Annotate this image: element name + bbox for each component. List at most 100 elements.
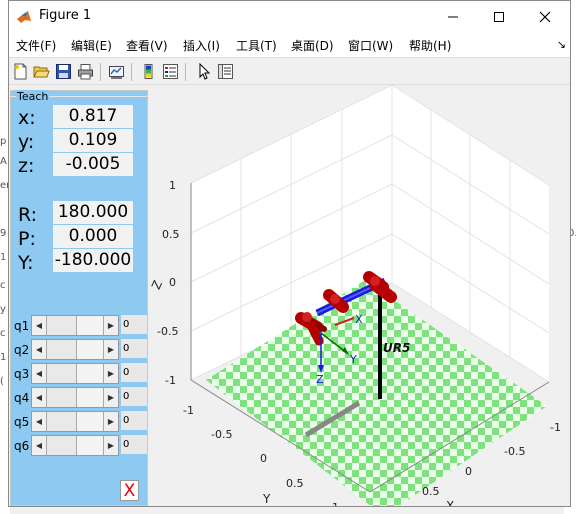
slider-q4[interactable]: ◀ ▶ [31, 387, 119, 408]
slider-right-arrow-icon[interactable]: ▶ [103, 388, 118, 407]
insert-legend-icon[interactable] [162, 63, 179, 80]
joint-value-q3[interactable]: 0 [121, 363, 147, 382]
z-tick: 0.5 [162, 228, 180, 241]
joint-value-q2[interactable]: 0 [121, 339, 147, 358]
y-tick: -0.5 [211, 428, 232, 441]
joint-value-q5[interactable]: 0 [121, 411, 147, 430]
slider-q2[interactable]: ◀ ▶ [31, 339, 119, 360]
link-plot-icon[interactable] [108, 63, 125, 80]
slider-right-arrow-icon[interactable]: ▶ [103, 340, 118, 359]
z-tick: 1 [169, 179, 176, 192]
z-axis-label: Z [149, 278, 165, 291]
slider-left-arrow-icon[interactable]: ◀ [32, 340, 47, 359]
joint-label-q3: q3 [14, 367, 30, 381]
minimize-icon [448, 16, 458, 17]
x-value: 0.817 [53, 105, 133, 128]
menu-help[interactable]: 帮助(H) [409, 37, 451, 54]
pitch-label: P: [18, 228, 36, 250]
slider-right-arrow-icon[interactable]: ▶ [103, 364, 118, 383]
background-text: ( [0, 376, 4, 387]
new-figure-icon[interactable] [12, 63, 29, 80]
slider-right-arrow-icon[interactable]: ▶ [103, 316, 118, 335]
save-icon[interactable] [55, 63, 72, 80]
insert-colorbar-icon[interactable] [140, 63, 157, 80]
title-bar[interactable]: Figure 1 [9, 1, 570, 32]
background-text: c [0, 280, 6, 291]
joint-label-q5: q5 [14, 415, 30, 429]
pointer-icon[interactable] [196, 63, 213, 80]
yaw-value: -180.000 [53, 249, 133, 272]
joint-label-q6: q6 [14, 439, 30, 453]
background-text: y [0, 304, 6, 315]
robot-3d-axes[interactable]: 1 0.5 0 -0.5 -1 Z -1 -0.5 0 0.5 1 Y -1 [149, 85, 570, 506]
menu-dock-arrow-icon[interactable]: ↘ [557, 38, 566, 51]
slider-left-arrow-icon[interactable]: ◀ [32, 316, 47, 335]
maximize-icon [494, 11, 504, 22]
slider-left-arrow-icon[interactable]: ◀ [32, 364, 47, 383]
menu-view[interactable]: 查看(V) [126, 37, 168, 54]
menu-window[interactable]: 窗口(W) [348, 37, 393, 54]
roll-label: R: [18, 204, 38, 226]
teach-panel: Teach x: 0.817 y: 0.109 z: -0.005 R: 180… [10, 90, 148, 506]
frame-x-label: X [355, 313, 363, 326]
teach-panel-title: Teach [16, 90, 50, 103]
menu-desktop[interactable]: 桌面(D) [291, 37, 334, 54]
close-button[interactable] [522, 1, 568, 32]
toolbar-separator [185, 63, 186, 81]
x-label: x: [18, 107, 36, 129]
maximize-button[interactable] [476, 1, 522, 32]
background-text: A [0, 156, 7, 167]
background-text: c [0, 328, 6, 339]
print-icon[interactable] [77, 63, 94, 80]
slider-q3[interactable]: ◀ ▶ [31, 363, 119, 384]
yaw-label: Y: [18, 252, 34, 274]
pitch-value: 0.000 [53, 225, 133, 248]
toolbar-separator [100, 63, 101, 81]
x-tick: -1 [550, 421, 561, 434]
slider-q1[interactable]: ◀ ▶ [31, 315, 119, 336]
joint-value-q6[interactable]: 0 [121, 435, 147, 454]
z-tick: -1 [165, 374, 176, 387]
menu-edit[interactable]: 编辑(E) [71, 37, 112, 54]
toolbar-separator [131, 63, 132, 81]
close-teach-button[interactable]: X [120, 480, 139, 501]
frame-z-label: Z [316, 373, 324, 386]
slider-left-arrow-icon[interactable]: ◀ [32, 412, 47, 431]
slider-left-arrow-icon[interactable]: ◀ [32, 436, 47, 455]
menu-insert[interactable]: 插入(I) [183, 37, 220, 54]
property-inspector-icon[interactable] [217, 63, 234, 80]
roll-value: 180.000 [53, 201, 133, 224]
slider-left-arrow-icon[interactable]: ◀ [32, 388, 47, 407]
y-tick: 1 [332, 501, 339, 506]
menu-file[interactable]: 文件(F) [16, 37, 56, 54]
close-icon [539, 11, 551, 22]
slider-right-arrow-icon[interactable]: ▶ [103, 412, 118, 431]
figure-area: Teach x: 0.817 y: 0.109 z: -0.005 R: 180… [9, 85, 570, 506]
slider-q6[interactable]: ◀ ▶ [31, 435, 119, 456]
z-tick: -0.5 [157, 325, 178, 338]
x-axis-label: X [446, 499, 454, 506]
menu-tools[interactable]: 工具(T) [236, 37, 277, 54]
z-label: z: [18, 155, 35, 177]
frame-y-label: Y [349, 353, 357, 366]
slider-right-arrow-icon[interactable]: ▶ [103, 436, 118, 455]
y-value: 0.109 [53, 129, 133, 152]
background-text: p [0, 136, 7, 147]
y-tick: -1 [183, 404, 194, 417]
slider-q5[interactable]: ◀ ▶ [31, 411, 119, 432]
figure-toolbar [9, 57, 570, 85]
menu-bar: 文件(F) 编辑(E) 查看(V) 插入(I) 工具(T) 桌面(D) 窗口(W… [9, 33, 570, 57]
z-tick: 0 [169, 276, 176, 289]
y-label: y: [18, 131, 35, 153]
background-text: 1 [0, 352, 7, 363]
joint-value-q1[interactable]: 0 [121, 315, 147, 334]
x-tick: 0 [465, 465, 472, 478]
y-tick: 0.5 [286, 477, 304, 490]
joint-value-q4[interactable]: 0 [121, 387, 147, 406]
minimize-button[interactable] [430, 1, 476, 32]
open-file-icon[interactable] [33, 63, 50, 80]
x-tick: 0.5 [422, 485, 440, 498]
background-text: 1 [0, 252, 7, 263]
y-tick: 0 [260, 452, 267, 465]
background-text: 9 [0, 228, 7, 239]
